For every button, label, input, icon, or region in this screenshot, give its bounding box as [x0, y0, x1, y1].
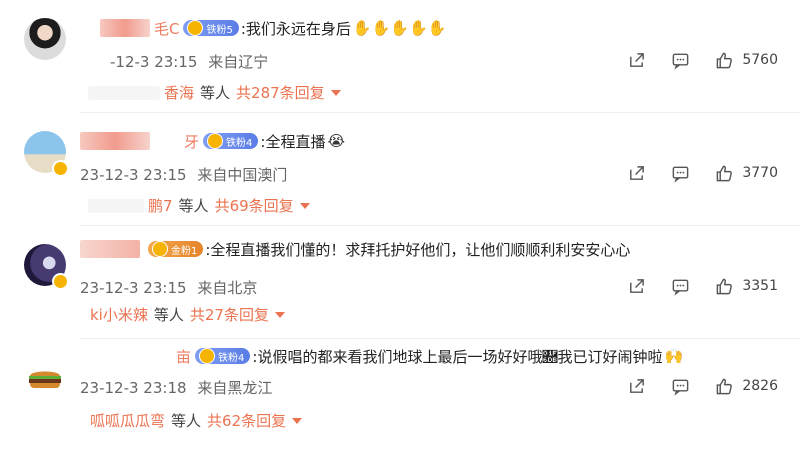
others-label: 等人 [171, 412, 202, 430]
comment-header: 毛C 铁粉5 :我们永远在身后 ✋✋✋✋✋ [100, 16, 446, 40]
replier-name[interactable]: 呱呱瓜瓜弯 [90, 410, 165, 431]
comment-text: :我们永远在身后 [240, 19, 351, 38]
fan-heart-icon [187, 20, 204, 36]
reply-count[interactable]: 共287条回复 [236, 82, 325, 103]
comment-meta: 23-12-3 23:15 来自北京 [80, 277, 257, 298]
comment-location: 来自中国澳门 [197, 166, 288, 184]
reply-summary[interactable]: 鹏7 等人 共69条回复 [88, 195, 310, 216]
comment-icon[interactable] [670, 50, 690, 70]
chevron-down-icon[interactable] [330, 89, 341, 96]
like-icon[interactable] [714, 276, 734, 296]
reply-count[interactable]: 共69条回复 [215, 195, 294, 216]
share-icon[interactable] [626, 376, 646, 396]
fan-heart-icon [152, 241, 168, 257]
replier-name[interactable]: 鹏7 [148, 195, 173, 216]
redacted-replier [88, 85, 160, 100]
emoji: 🙌 [664, 347, 684, 365]
comment-header: 亩 铁粉4 :说假唱的都来看我们地球上最后一场好好哦🛛我已订好闹钟啦 🙌 [80, 344, 683, 368]
others-label: 等人 [153, 306, 184, 324]
fan-heart-icon [199, 348, 216, 364]
comment-icon[interactable] [670, 376, 690, 396]
fan-heart-icon [207, 133, 224, 149]
comment-time: 23-12-3 23:15 [80, 279, 187, 297]
username[interactable]: 亩 [176, 346, 191, 367]
emoji: 😭 [327, 132, 345, 150]
comment-item: 亩 铁粉4 :说假唱的都来看我们地球上最后一场好好哦🛛我已订好闹钟啦 🙌 23-… [0, 339, 800, 452]
comment-time: 23-12-3 23:18 [80, 379, 187, 397]
username[interactable]: 毛C [154, 18, 179, 39]
reply-summary[interactable]: 香海 等人 共287条回复 [88, 82, 341, 103]
username[interactable]: 牙 [184, 131, 199, 152]
chevron-down-icon[interactable] [274, 311, 285, 318]
like-icon[interactable] [714, 50, 734, 70]
share-icon[interactable] [626, 50, 646, 70]
fan-level-badge[interactable]: 金粉1 [148, 241, 204, 257]
comment-icon[interactable] [670, 163, 690, 183]
redacted-username [100, 19, 150, 37]
redacted-username [80, 132, 150, 150]
burger-icon [29, 371, 61, 388]
redacted-username [80, 240, 140, 258]
comment-meta: 23-12-3 23:18 来自黑龙江 [80, 377, 272, 398]
comment-location: 来自北京 [197, 279, 258, 297]
chevron-down-icon[interactable] [292, 417, 303, 424]
chevron-down-icon[interactable] [299, 202, 310, 209]
redacted-replier [88, 198, 144, 213]
comment-actions: 2826 [626, 376, 778, 396]
comment-item: 金粉1 :全程直播我们懂的！求拜托护好他们，让他们顺顺利利安安心心 23-12-… [0, 226, 800, 339]
reply-summary[interactable]: 呱呱瓜瓜弯 等人 共62条回复 [90, 410, 303, 431]
comment-text: :全程直播我们懂的！求拜托护好他们，让他们顺顺利利安安心心 [205, 240, 631, 259]
comment-item: 牙 铁粉4 :全程直播 😭 23-12-3 23:15 来自中国澳门 3770 … [0, 113, 800, 226]
comment-header: 牙 铁粉4 :全程直播 😭 [80, 129, 345, 153]
emoji: ✋✋✋✋✋ [352, 19, 447, 37]
like-icon[interactable] [714, 163, 734, 183]
comment-actions: 3351 [626, 276, 778, 296]
others-label: 等人 [200, 84, 231, 102]
comment-location: 来自辽宁 [208, 53, 269, 71]
fan-level-badge[interactable]: 铁粉4 [195, 348, 251, 364]
like-icon[interactable] [714, 376, 734, 396]
verified-badge-icon [52, 160, 69, 177]
reply-summary[interactable]: ki小米辣 等人 共27条回复 [90, 304, 285, 325]
replier-name[interactable]: ki小米辣 [90, 304, 148, 325]
like-count: 3770 [742, 165, 778, 181]
like-count: 5760 [742, 52, 778, 68]
share-icon[interactable] [626, 163, 646, 183]
comment-time: -12-3 23:15 [110, 53, 198, 71]
fan-level-badge[interactable]: 铁粉4 [203, 133, 259, 149]
like-count: 3351 [742, 278, 778, 294]
others-label: 等人 [178, 197, 209, 215]
verified-badge-icon [52, 273, 69, 290]
fan-level-badge[interactable]: 铁粉5 [183, 20, 239, 36]
reply-count[interactable]: 共27条回复 [190, 304, 269, 325]
comment-location: 来自黑龙江 [197, 379, 273, 397]
comment-time: 23-12-3 23:15 [80, 166, 187, 184]
user-avatar[interactable] [24, 357, 66, 399]
comment-actions: 3770 [626, 163, 778, 183]
user-avatar[interactable] [24, 18, 66, 60]
comment-actions: 5760 [626, 50, 778, 70]
replier-name[interactable]: 香海 [164, 82, 194, 103]
share-icon[interactable] [626, 276, 646, 296]
comment-text: :说假唱的都来看我们地球上最后一场好好哦🛛我已订好闹钟啦 [252, 347, 663, 366]
comment-icon[interactable] [670, 276, 690, 296]
reply-count[interactable]: 共62条回复 [207, 410, 286, 431]
comment-meta: 23-12-3 23:15 来自中国澳门 [80, 164, 287, 185]
comment-item: 毛C 铁粉5 :我们永远在身后 ✋✋✋✋✋ -12-3 23:15 来自辽宁 5… [0, 0, 800, 113]
comment-meta: -12-3 23:15 来自辽宁 [110, 51, 268, 72]
like-count: 2826 [742, 378, 778, 394]
comment-text: :全程直播 [260, 132, 326, 151]
comment-header: 金粉1 :全程直播我们懂的！求拜托护好他们，让他们顺顺利利安安心心 [80, 237, 630, 261]
